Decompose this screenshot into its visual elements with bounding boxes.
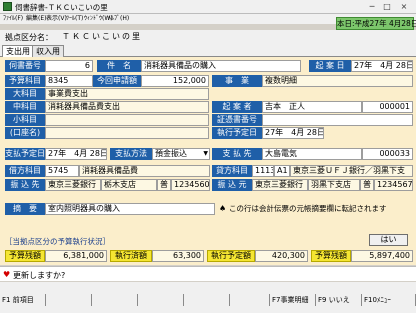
fkey-2[interactable] bbox=[46, 294, 92, 306]
budget-section-label: ［当拠点区分の予算執行状況］ bbox=[5, 237, 110, 246]
tekiyo-note: この行は会計伝票の元帳摘要欄に転記されます bbox=[229, 204, 387, 213]
payee-name-field[interactable]: 大島電気 bbox=[262, 148, 362, 160]
credit-label: 貸方科目 bbox=[212, 165, 252, 177]
budget-yotei-label: 執行予定額 bbox=[207, 250, 255, 262]
fkey-1[interactable]: F1 前項目 bbox=[0, 294, 46, 306]
debit-label: 借方科目 bbox=[5, 165, 45, 177]
evidence-no-field[interactable] bbox=[262, 114, 413, 126]
credit-name-field: 東京三菱ＵＦＪ銀行／羽黒下支 bbox=[290, 165, 413, 177]
ukagai-no-field[interactable]: 6 bbox=[45, 60, 93, 72]
transfer-to-account: 1234560 bbox=[171, 179, 210, 191]
transfer-to-type: 普 bbox=[157, 179, 171, 191]
ukagai-no-label: 伺書番号 bbox=[5, 60, 45, 72]
function-key-bar: F1 前項目 F7事業明細 F9 いいえ F10ﾒﾆｭｰ bbox=[0, 282, 416, 313]
kenmei-label: 件 名 bbox=[97, 60, 141, 72]
payee-label: 支 払 先 bbox=[212, 148, 262, 160]
transfer-from-type: 普 bbox=[360, 179, 374, 191]
current-request-field[interactable]: 152,000 bbox=[141, 75, 209, 87]
transfer-from-account: 1234567 bbox=[374, 179, 413, 191]
pay-method-select[interactable]: 預金振込 ▼ bbox=[152, 148, 210, 160]
kenmei-field[interactable]: 消耗器具備品の購入 bbox=[141, 60, 301, 72]
transfer-to-label: 振 込 先 bbox=[5, 179, 45, 191]
fkey-9[interactable]: F9 いいえ bbox=[316, 294, 362, 306]
jigyo-field[interactable]: 複数明細 bbox=[262, 75, 413, 87]
credit-code-field[interactable]: 1113 bbox=[252, 165, 274, 177]
business-label: 拠点区分名： bbox=[5, 33, 53, 42]
pay-date-label: 支払予定日 bbox=[5, 148, 45, 160]
transfer-to-branch: 栃木支店 bbox=[101, 179, 157, 191]
credit-sub-field[interactable]: A1 bbox=[274, 165, 290, 177]
budget-zan: 5,897,400 bbox=[351, 250, 413, 262]
tab-bar: 支出用 収入用 bbox=[0, 44, 416, 57]
exec-date-field[interactable]: 27年 4月 28日 bbox=[262, 127, 324, 139]
menu-tools[interactable]: ﾂｰﾙ(T) bbox=[66, 14, 83, 24]
fkey-5[interactable] bbox=[184, 294, 230, 306]
kuchi-label: (口座名) bbox=[5, 127, 45, 139]
tab-income[interactable]: 収入用 bbox=[32, 45, 64, 57]
transfer-from-branch: 羽黒下支店 bbox=[308, 179, 360, 191]
debit-name-field: 消耗器具備品費 bbox=[79, 165, 210, 177]
kiansha-name-field[interactable]: 吉本 正人 bbox=[262, 101, 362, 113]
budget-zandaka: 6,381,000 bbox=[45, 250, 107, 262]
yes-button[interactable]: はい bbox=[369, 234, 408, 246]
budget-subject-label: 予算科目 bbox=[5, 75, 45, 87]
pay-date-field[interactable]: 27年 4月 28日 bbox=[45, 148, 107, 160]
menu-edit[interactable]: 編集(E) bbox=[26, 14, 46, 24]
maximize-button[interactable]: □ bbox=[381, 1, 393, 12]
minimize-button[interactable]: ─ bbox=[366, 1, 378, 12]
menu-help[interactable]: ﾍﾙﾌﾟ(H) bbox=[108, 14, 129, 24]
exec-date-label: 執行予定日 bbox=[212, 127, 262, 139]
shokamoku-field bbox=[45, 114, 209, 126]
fkey-4[interactable] bbox=[138, 294, 184, 306]
evidence-no-label: 証憑書番号 bbox=[212, 114, 262, 126]
spade-icon: ♠ bbox=[219, 204, 227, 213]
chevron-down-icon[interactable]: ▼ bbox=[203, 149, 208, 159]
budget-shikko-label: 執行済額 bbox=[110, 250, 152, 262]
kian-date-label: 起 案 日 bbox=[309, 60, 351, 72]
daikamoku-label: 大科目 bbox=[5, 88, 45, 100]
transfer-from-bank: 東京三菱銀行 bbox=[252, 179, 308, 191]
chukamoku-field: 消耗器具備品費支出 bbox=[45, 101, 209, 113]
message-bar: ♥ 更新しますか? bbox=[0, 266, 416, 281]
kiansha-code-field[interactable]: 000001 bbox=[362, 101, 413, 113]
transfer-to-bank: 東京三菱銀行 bbox=[45, 179, 101, 191]
tekiyo-field[interactable]: 室内照明器具の購入 bbox=[45, 203, 215, 215]
message-text: 更新しますか? bbox=[13, 271, 66, 280]
budget-subject-code[interactable]: 8345 bbox=[45, 75, 93, 87]
business-name: ＴＫＣいこいの里 bbox=[62, 32, 142, 41]
shokamoku-label: 小科目 bbox=[5, 114, 45, 126]
fkey-10[interactable]: F10ﾒﾆｭｰ bbox=[362, 294, 416, 306]
jigyo-label: 事 業 bbox=[212, 75, 262, 87]
transfer-from-label: 振 込 元 bbox=[212, 179, 252, 191]
payee-code-field[interactable]: 000033 bbox=[362, 148, 413, 160]
form-area: 伺書番号 6 件 名 消耗器具備品の購入 起 案 日 27年 4月 28日 予算… bbox=[0, 57, 416, 265]
tekiyo-label: 摘 要 bbox=[5, 203, 45, 215]
heart-icon: ♥ bbox=[3, 270, 11, 279]
app-icon bbox=[3, 2, 12, 11]
chukamoku-label: 中科目 bbox=[5, 101, 45, 113]
kian-date-field[interactable]: 27年 4月 28日 bbox=[351, 60, 413, 72]
fkey-6[interactable] bbox=[230, 294, 270, 306]
tab-expense[interactable]: 支出用 bbox=[2, 45, 34, 57]
fkey-7[interactable]: F7事業明細 bbox=[270, 294, 316, 306]
budget-zan-label: 予算残額 bbox=[311, 250, 351, 262]
budget-shikko: 63,300 bbox=[152, 250, 204, 262]
pay-method-label: 支払方法 bbox=[110, 148, 152, 160]
title-bar: 伺書辞書-ＴＫＣいこいの里 ─ □ × bbox=[0, 0, 416, 14]
kuchi-field bbox=[45, 127, 209, 139]
daikamoku-field: 事業費支出 bbox=[45, 88, 209, 100]
window-title: 伺書辞書-ＴＫＣいこいの里 bbox=[15, 3, 108, 12]
fkey-3[interactable] bbox=[92, 294, 138, 306]
pay-method-value: 預金振込 bbox=[155, 149, 187, 158]
debit-code-field[interactable]: 5745 bbox=[45, 165, 79, 177]
menu-view[interactable]: 表示(V) bbox=[46, 14, 67, 24]
close-button[interactable]: × bbox=[398, 1, 410, 12]
menu-file[interactable]: ﾌｧｲﾙ(F) bbox=[3, 14, 23, 24]
kiansha-label: 起 案 者 bbox=[212, 101, 262, 113]
current-request-label: 今回申請額 bbox=[93, 75, 141, 87]
budget-yotei: 420,300 bbox=[255, 250, 308, 262]
today-date: 本日:平成27年 4月28日(火) bbox=[336, 17, 416, 30]
budget-zandaka-label: 予算残額 bbox=[5, 250, 45, 262]
business-row: 拠点区分名： ＴＫＣいこいの里 bbox=[0, 30, 416, 44]
